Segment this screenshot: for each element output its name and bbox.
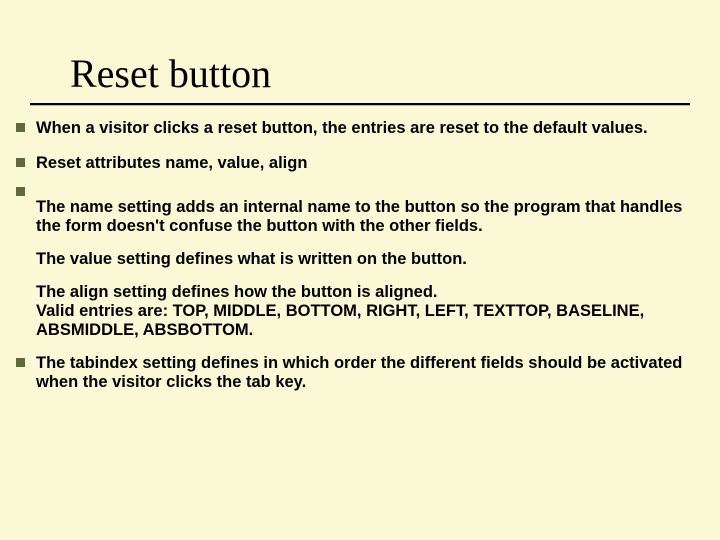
bullet-item: The tabindex setting defines in which or… xyxy=(16,354,704,392)
bullet-text: The tabindex setting defines in which or… xyxy=(36,354,704,392)
bullet-text: Reset attributes name, value, align xyxy=(36,154,704,173)
square-bullet-icon xyxy=(16,158,25,167)
bullet-text: When a visitor clicks a reset button, th… xyxy=(36,119,704,138)
bullet-item-empty xyxy=(16,183,704,196)
slide-title: Reset button xyxy=(70,50,664,97)
paragraph: The align setting defines how the button… xyxy=(36,283,704,302)
title-block: Reset button xyxy=(70,50,664,105)
paragraph: The name setting adds an internal name t… xyxy=(36,198,704,236)
slide-content: When a visitor clicks a reset button, th… xyxy=(16,119,704,392)
slide: Reset button When a visitor clicks a res… xyxy=(0,0,720,540)
title-underline xyxy=(30,103,690,105)
bullet-item: When a visitor clicks a reset button, th… xyxy=(16,119,704,138)
square-bullet-icon xyxy=(16,187,25,196)
paragraph-block: The name setting adds an internal name t… xyxy=(36,198,704,340)
paragraph-group: The align setting defines how the button… xyxy=(36,283,704,340)
paragraph: The value setting defines what is writte… xyxy=(36,250,704,269)
paragraph: Valid entries are: TOP, MIDDLE, BOTTOM, … xyxy=(36,302,704,340)
bullet-item: Reset attributes name, value, align xyxy=(16,154,704,173)
square-bullet-icon xyxy=(16,358,25,367)
square-bullet-icon xyxy=(16,123,25,132)
